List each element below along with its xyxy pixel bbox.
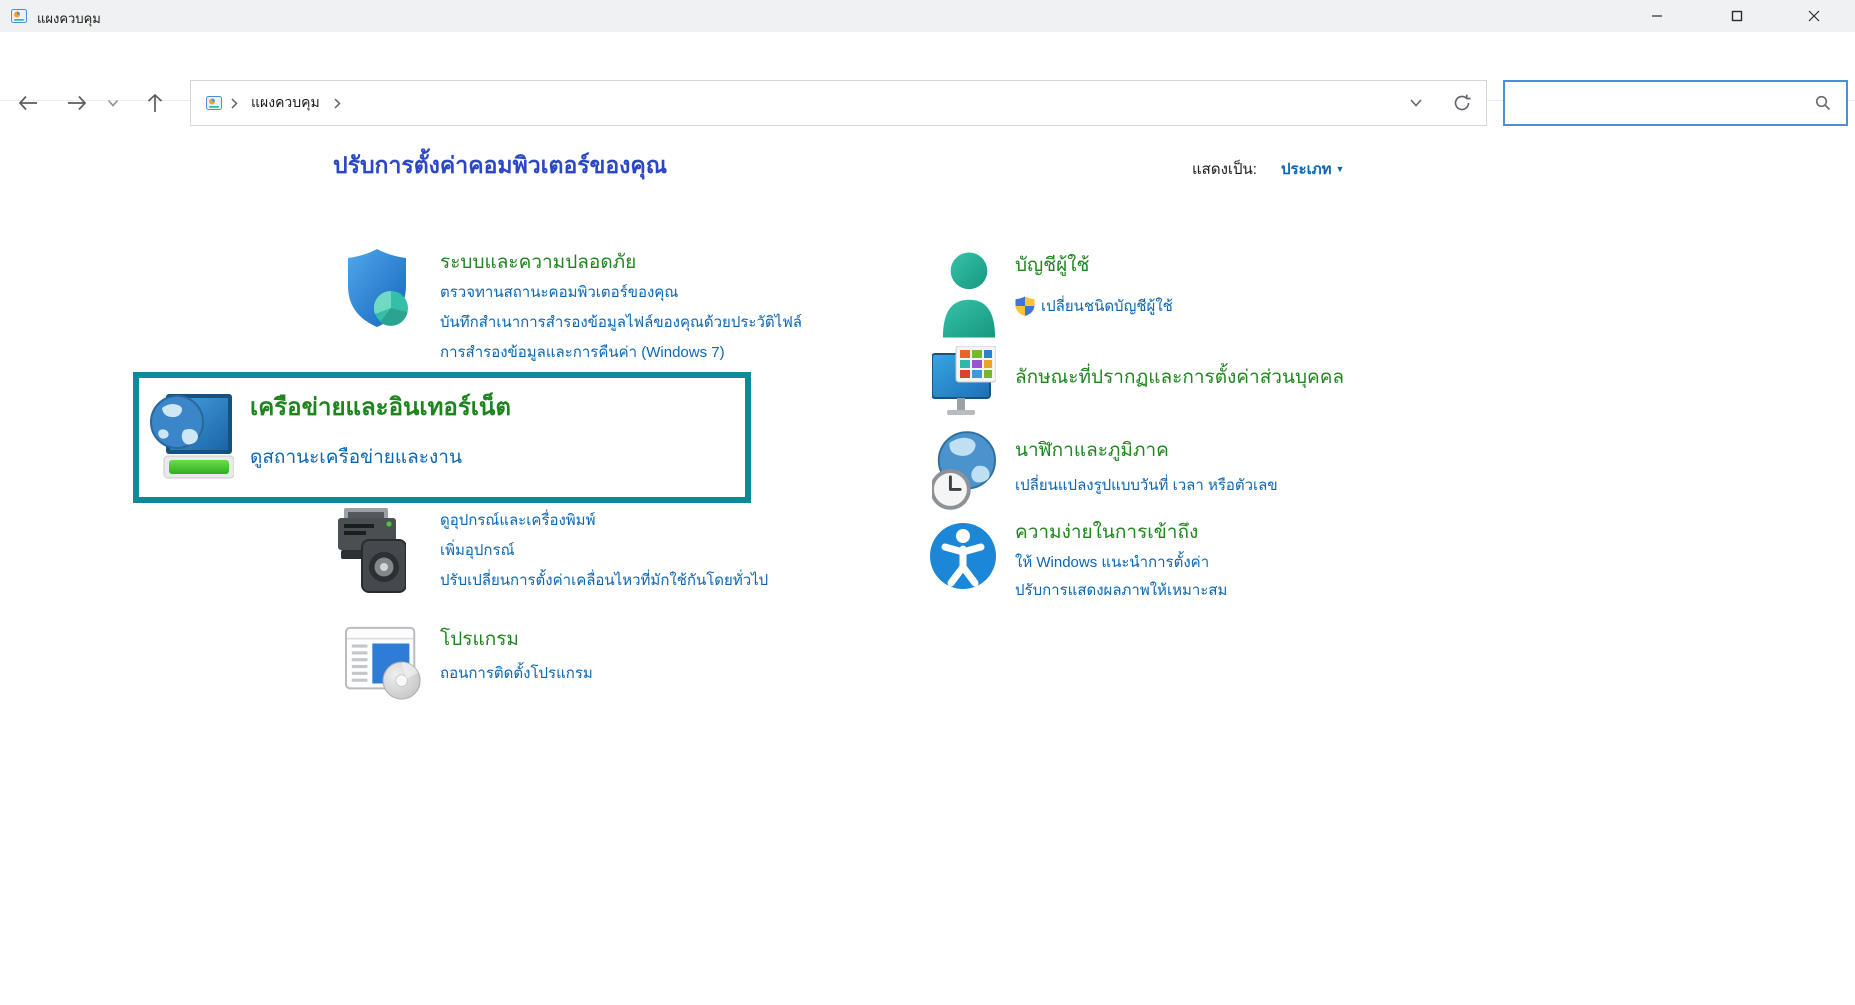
- control-panel-icon: [10, 8, 28, 29]
- window-title: แผงควบคุม: [37, 8, 101, 29]
- address-bar[interactable]: แผงควบคุม: [190, 80, 1487, 126]
- uac-shield-icon: [1015, 296, 1035, 316]
- hardware-sound-links: ดูอุปกรณ์และเครื่องพิมพ์ เพิ่มอุปกรณ์ ปร…: [440, 506, 768, 596]
- clock-region-links: เปลี่ยนแปลงรูปแบบวันที่ เวลา หรือตัวเลข: [1015, 472, 1278, 500]
- control-panel-window: แผงควบคุม: [0, 0, 1855, 1005]
- search-icon[interactable]: [1814, 94, 1832, 112]
- link-change-date-time-number-formats[interactable]: เปลี่ยนแปลงรูปแบบวันที่ เวลา หรือตัวเลข: [1015, 472, 1278, 500]
- maximize-button[interactable]: [1714, 0, 1760, 32]
- minimize-button[interactable]: [1634, 0, 1680, 32]
- category-system-security[interactable]: ระบบและความปลอดภัย: [440, 250, 636, 276]
- network-internet-icon[interactable]: [150, 386, 234, 491]
- forward-arrow-icon: [66, 93, 88, 113]
- link-optimize-visual-display[interactable]: ปรับการแสดงผลภาพให้เหมาะสม: [1015, 577, 1227, 605]
- back-arrow-icon: [17, 93, 39, 113]
- ease-of-access-icon[interactable]: [930, 516, 996, 601]
- link-backup-restore-win7[interactable]: การสำรองข้อมูลและการคืนค่า (Windows 7): [440, 338, 802, 368]
- search-box[interactable]: [1503, 80, 1848, 126]
- programs-icon[interactable]: [345, 626, 425, 707]
- programs-links: ถอนการติดตั้งโปรแกรม: [440, 659, 593, 689]
- category-user-accounts[interactable]: บัญชีผู้ใช้: [1015, 253, 1089, 279]
- search-input[interactable]: [1513, 86, 1812, 122]
- category-network-internet[interactable]: เครือข่ายและอินเทอร์เน็ต: [250, 392, 511, 423]
- breadcrumb-control-panel[interactable]: แผงควบคุม: [245, 92, 326, 114]
- caret-down-icon: ▼: [1336, 164, 1345, 174]
- back-button[interactable]: [11, 88, 45, 118]
- view-by-dropdown[interactable]: ประเภท▼: [1281, 157, 1344, 181]
- category-appearance-personalization[interactable]: ลักษณะที่ปรากฏและการตั้งค่าส่วนบุคคล: [1015, 365, 1344, 391]
- link-view-devices-printers[interactable]: ดูอุปกรณ์และเครื่องพิมพ์: [440, 506, 768, 536]
- page-title: ปรับการตั้งค่าคอมพิวเตอร์ของคุณ: [333, 148, 667, 184]
- link-let-windows-suggest-settings[interactable]: ให้ Windows แนะนำการตั้งค่า: [1015, 549, 1227, 577]
- user-accounts-links: เปลี่ยนชนิดบัญชีผู้ใช้: [1015, 294, 1173, 318]
- chevron-down-icon: [106, 97, 120, 109]
- hardware-sound-icon[interactable]: [336, 504, 406, 601]
- up-arrow-icon: [145, 92, 165, 114]
- address-dropdown-chevron-icon[interactable]: [1408, 96, 1424, 110]
- view-by-label: แสดงเป็น:: [1192, 157, 1257, 181]
- ease-of-access-links: ให้ Windows แนะนำการตั้งค่า ปรับการแสดงผ…: [1015, 549, 1227, 605]
- breadcrumb-chevron-icon[interactable]: [330, 96, 344, 111]
- close-button[interactable]: [1791, 0, 1837, 32]
- category-programs[interactable]: โปรแกรม: [440, 627, 519, 653]
- link-view-network-status[interactable]: ดูสถานะเครือข่ายและงาน: [250, 442, 462, 472]
- recent-pages-dropdown[interactable]: [100, 88, 126, 118]
- forward-button[interactable]: [60, 88, 94, 118]
- navigation-bar: แผงควบคุม: [0, 32, 1855, 101]
- user-accounts-icon[interactable]: [941, 250, 997, 343]
- appearance-personalization-icon[interactable]: [932, 346, 996, 429]
- refresh-icon[interactable]: [1452, 93, 1472, 113]
- system-security-icon[interactable]: [344, 248, 410, 333]
- clock-region-icon[interactable]: [932, 429, 996, 518]
- titlebar: แผงควบคุม: [0, 0, 1855, 33]
- system-security-links: ตรวจทานสถานะคอมพิวเตอร์ของคุณ บันทึกสำเน…: [440, 278, 802, 368]
- link-review-computer-status[interactable]: ตรวจทานสถานะคอมพิวเตอร์ของคุณ: [440, 278, 802, 308]
- category-clock-region[interactable]: นาฬิกาและภูมิภาค: [1015, 438, 1169, 464]
- highlight-box-network-internet: เครือข่ายและอินเทอร์เน็ต ดูสถานะเครือข่า…: [133, 372, 751, 503]
- link-adjust-mobility-settings[interactable]: ปรับเปลี่ยนการตั้งค่าเคลื่อนไหวที่มักใช้…: [440, 566, 768, 596]
- link-change-account-type[interactable]: เปลี่ยนชนิดบัญชีผู้ใช้: [1041, 294, 1173, 318]
- up-button[interactable]: [138, 88, 172, 118]
- category-ease-of-access[interactable]: ความง่ายในการเข้าถึง: [1015, 520, 1198, 546]
- link-add-device[interactable]: เพิ่มอุปกรณ์: [440, 536, 768, 566]
- link-file-history-backup[interactable]: บันทึกสำเนาการสำรองข้อมูลไฟล์ของคุณด้วยป…: [440, 308, 802, 338]
- link-uninstall-program[interactable]: ถอนการติดตั้งโปรแกรม: [440, 659, 593, 689]
- breadcrumb-chevron-icon[interactable]: [227, 96, 241, 111]
- control-panel-icon: [205, 95, 223, 111]
